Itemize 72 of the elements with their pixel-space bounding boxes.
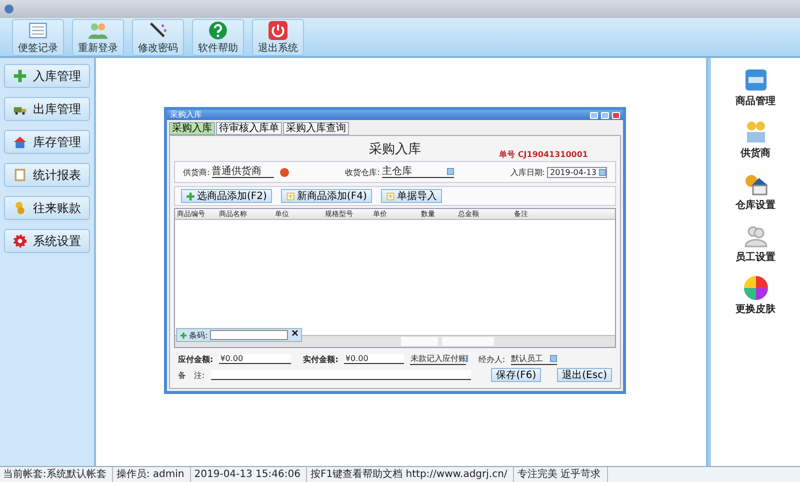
app-icon (4, 4, 14, 14)
action-button[interactable]: 退出(Esc) (557, 368, 612, 382)
help-icon (207, 21, 229, 40)
gear-icon (13, 234, 27, 248)
order-number: 单号 CJ19041310001 (499, 149, 588, 160)
sidebar-item[interactable]: 出库管理 (4, 97, 90, 121)
field-label: 入库日期: (510, 166, 545, 178)
field-label: 实付金额: (303, 354, 338, 364)
payment-select[interactable]: 未款记入应付账 (410, 353, 466, 365)
coins-icon (13, 201, 27, 215)
sidebar-item[interactable]: 入库管理 (4, 64, 90, 88)
tab[interactable]: 采购入库查询 (283, 122, 349, 135)
notepad-icon (27, 21, 49, 40)
status-text: 专注完美 近乎苛求 (514, 467, 608, 482)
supplier-field[interactable]: 普通供货商 (212, 166, 274, 178)
field-label: 备 注: (178, 370, 205, 380)
shortcut-item[interactable]: 仓库设置 (736, 172, 776, 212)
shortcut-item[interactable]: 更换皮肤 (736, 276, 776, 316)
barcode-label: 条码: (189, 330, 208, 340)
pick-icon[interactable] (280, 168, 289, 176)
date-select[interactable]: 2019-04-13 (546, 166, 607, 178)
color-wheel-icon (744, 276, 768, 300)
sidebar-item[interactable]: 统计报表 (4, 163, 90, 187)
plus-icon (186, 192, 195, 200)
dialog-title: 采购入库 (170, 111, 203, 119)
document-icon (386, 192, 395, 200)
house-sun-icon (744, 172, 768, 196)
warehouse-select[interactable]: 主仓库 (382, 166, 454, 178)
people-icon (744, 224, 768, 248)
tab[interactable]: 采购入库 (169, 122, 215, 135)
tab[interactable]: 待审核入库单 (216, 122, 282, 135)
sidebar-item[interactable]: 系统设置 (4, 229, 90, 253)
plus-icon (13, 69, 27, 83)
add-button[interactable]: 选商品添加(F2) (181, 189, 272, 203)
shortcut-item[interactable]: 员工设置 (736, 224, 776, 264)
pen-icon (147, 21, 169, 40)
maximize-icon[interactable] (601, 112, 609, 118)
clipboard-icon (13, 168, 27, 182)
barcode-input[interactable] (210, 330, 288, 340)
action-button[interactable]: 保存(F6) (491, 368, 542, 382)
toolbar-button[interactable]: 重新登录 (72, 19, 124, 56)
field-label: 应付金额: (178, 354, 214, 364)
note-field[interactable] (210, 370, 472, 380)
toolbar-button[interactable]: 修改密码 (132, 19, 184, 56)
shortcut-item[interactable]: 供货商 (740, 120, 770, 160)
field-label: 收货仓库: (345, 166, 380, 178)
status-text: 2019-04-13 15:46:06 (191, 467, 308, 482)
status-text: 操作员: admin (113, 467, 192, 482)
paid-field[interactable]: ¥0.00 (344, 354, 404, 364)
form-heading: 采购入库 (369, 141, 421, 158)
document-icon (286, 192, 295, 200)
add-button[interactable]: 新商品添加(F4) (280, 189, 372, 203)
sidebar-item[interactable]: 库存管理 (4, 130, 90, 154)
field-label: 经办人: (478, 354, 506, 364)
power-icon (267, 21, 289, 40)
sidebar-item[interactable]: 往来账款 (4, 196, 90, 220)
house-icon (13, 135, 27, 149)
handler-select[interactable]: 默认员工 (511, 353, 558, 365)
field-label: 供货商: (183, 166, 210, 178)
minimize-icon[interactable] (590, 112, 598, 118)
plus-icon (180, 332, 187, 338)
payable-field[interactable]: ¥0.00 (219, 354, 292, 364)
cabinet-icon (744, 68, 768, 92)
users-icon (87, 21, 109, 40)
status-text: 当前帐套:系统默认帐套 (0, 467, 114, 482)
shortcut-item[interactable]: 商品管理 (736, 68, 776, 108)
toolbar-button[interactable]: 软件帮助 (192, 19, 244, 56)
status-text: 按F1键查看帮助文档 http://www.adgrj.cn/ (307, 467, 514, 482)
toolbar-button[interactable]: 便签记录 (12, 19, 64, 56)
close-icon[interactable] (292, 330, 298, 336)
add-button[interactable]: 单据导入 (380, 189, 442, 203)
toolbar-button[interactable]: 退出系统 (252, 19, 304, 56)
